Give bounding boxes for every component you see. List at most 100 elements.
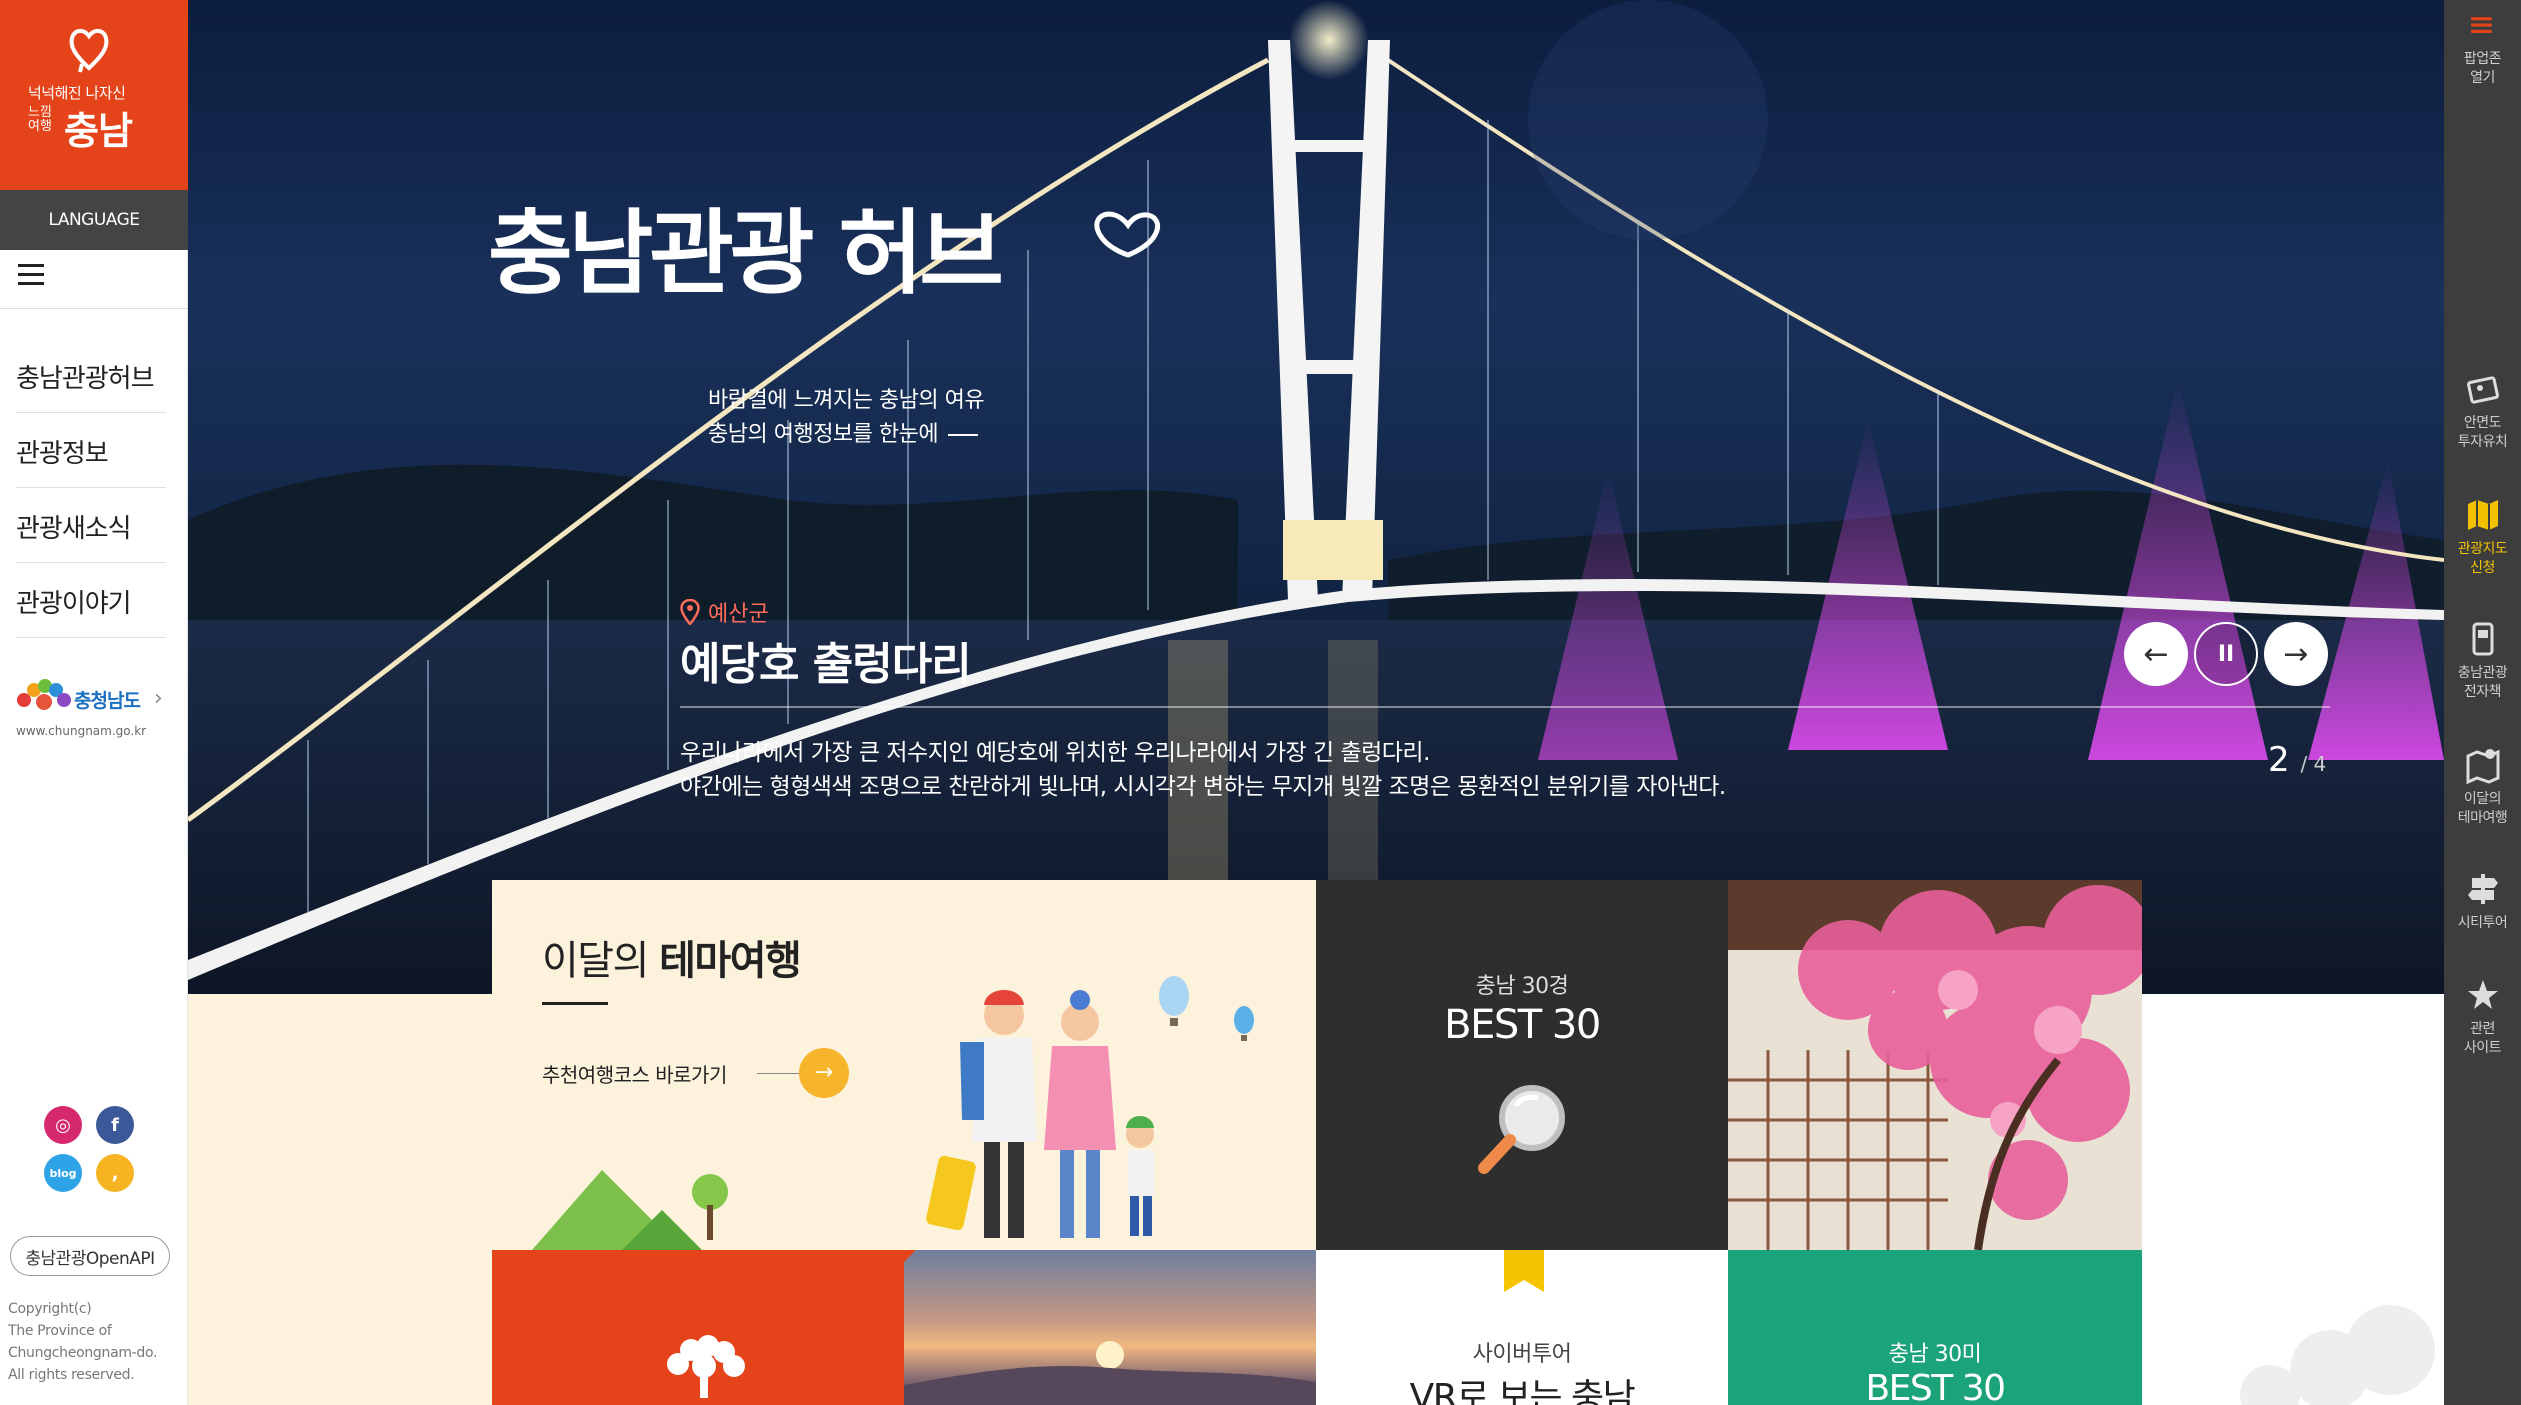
sidebar-item-tourism-info[interactable]: 관광정보 xyxy=(16,413,166,488)
facebook-icon[interactable]: f xyxy=(96,1106,134,1144)
description-line: 야간에는 형형색색 조명으로 찬란하게 빛나며, 시시각각 변하는 무지개 빛깔… xyxy=(680,774,1726,800)
quick-label: 관광지도 xyxy=(2457,541,2508,557)
sunrise-mountain-image xyxy=(904,1250,1316,1405)
hero-subtitle: 바람결에 느껴지는 충남의 여유 충남의 여행정보를 한눈에 xyxy=(708,384,985,452)
map-pin-icon xyxy=(680,599,700,625)
location-text: 예산군 xyxy=(708,602,769,627)
blog-icon[interactable]: blog xyxy=(44,1154,82,1192)
province-name: 충청남도 xyxy=(74,690,141,712)
plum-blossom-image-tile[interactable] xyxy=(1728,880,2142,1250)
slide-pager: 2 / 4 xyxy=(2268,740,2326,780)
feature-background xyxy=(188,994,492,1405)
sunrise-image-tile[interactable] xyxy=(904,1250,1316,1405)
place-title[interactable]: 예당호 출렁다리 xyxy=(680,628,972,692)
pause-slide-button[interactable]: II xyxy=(2194,622,2258,686)
map-icon xyxy=(2467,500,2498,530)
family-travel-illustration xyxy=(532,976,1254,1250)
tree-logo-icon xyxy=(667,1335,745,1398)
signpost-icon xyxy=(2467,874,2498,904)
left-sidebar: 넉넉해진 나자신 느낌 여행 충남 LANGUAGE 충남관광허브 관광정보 관… xyxy=(0,0,188,1405)
province-flower-icon xyxy=(17,679,71,710)
copyright: Copyright(c) The Province of Chungcheong… xyxy=(8,1298,184,1386)
tourism-logo-tile[interactable] xyxy=(492,1250,904,1405)
hero-title-text: 충남관광 허브 xyxy=(488,200,1001,307)
quick-label: 시티투어 xyxy=(2457,915,2508,931)
language-button[interactable]: LANGUAGE xyxy=(0,190,188,250)
hero-subtitle-line: 바람결에 느껴지는 충남의 여유 xyxy=(708,388,985,413)
vr-cyber-tour-tile[interactable]: 사이버투어 VR로 보는 충남 xyxy=(1316,1250,1728,1405)
quick-label-2: 신청 xyxy=(2470,560,2495,576)
instagram-icon[interactable]: ◎ xyxy=(44,1106,82,1144)
star-icon xyxy=(2467,980,2498,1009)
kakao-story-icon[interactable]: , xyxy=(96,1154,134,1192)
photo-icon xyxy=(2466,376,2499,404)
best30-title: BEST 30 xyxy=(1444,1002,1601,1048)
theme-travel-tile[interactable]: 이달의 테마여행 추천여행코스 바로가기 → xyxy=(492,880,1316,1250)
sidebar-item-tourism-hub[interactable]: 충남관광허브 xyxy=(16,338,166,413)
vr-subtitle: 사이버투어 xyxy=(1472,1342,1572,1367)
popup-zone-label-2: 열기 xyxy=(2470,70,2495,86)
pointer-notch-icon xyxy=(892,1310,904,1342)
hero-divider xyxy=(680,706,2330,708)
quick-item-ebook[interactable]: 충남관광 전자책 xyxy=(2444,620,2521,702)
site-logo[interactable]: 넉넉해진 나자신 느낌 여행 충남 xyxy=(0,0,188,190)
theme-map-icon xyxy=(2466,749,2499,784)
quick-item-tour-map[interactable]: 관광지도 신청 xyxy=(2444,496,2521,578)
sidebar-item-tourism-story[interactable]: 관광이야기 xyxy=(16,563,166,638)
quick-label: 안면도 xyxy=(2463,415,2502,431)
heart-logo-icon xyxy=(69,29,109,73)
quick-item-anmyeondo[interactable]: 안면도 투자유치 xyxy=(2444,370,2521,452)
quick-label-2: 테마여행 xyxy=(2457,810,2508,826)
sidebar-item-tourism-news[interactable]: 관광새소식 xyxy=(16,488,166,563)
quick-label-2: 사이트 xyxy=(2463,1040,2502,1056)
hero-subtitle-text: 충남의 여행정보를 한눈에 xyxy=(708,422,939,447)
logo-title: 충남 xyxy=(64,109,133,153)
popup-zone-toggle[interactable]: 팝업존 열기 xyxy=(2444,14,2521,88)
copyright-line: All rights reserved. xyxy=(8,1367,135,1383)
taste-subtitle: 충남 30미 xyxy=(1888,1342,1982,1367)
dash-line xyxy=(948,434,979,436)
quick-label: 충남관광 xyxy=(2457,665,2508,681)
hero-slider: 충남관광 허브 바람결에 느껴지는 충남의 여유 충남의 여행정보를 한눈에 예… xyxy=(188,0,2444,994)
quick-item-city-tour[interactable]: 시티투어 xyxy=(2444,870,2521,933)
location-label: 예산군 xyxy=(680,596,769,628)
best30-subtitle: 충남 30경 xyxy=(1475,974,1569,999)
sns-links: ◎ f blog , xyxy=(44,1106,140,1202)
prev-slide-button[interactable]: ← xyxy=(2124,622,2188,686)
arrow-right-icon: → xyxy=(2283,636,2309,672)
total-slides: / 4 xyxy=(2300,752,2327,776)
pause-icon: II xyxy=(2217,641,2235,667)
quick-menu-bar: 팝업존 열기 안면도 투자유치 관광지도 신청 충남관광 전자책 이달의 테마여… xyxy=(2444,0,2521,1405)
taste-best30-tile[interactable]: 충남 30미 BEST 30 xyxy=(1728,1250,2142,1405)
best30-scenery-tile[interactable]: 충남 30경 BEST 30 xyxy=(1316,880,1728,1250)
quick-label: 이달의 xyxy=(2463,791,2502,807)
province-logo-link[interactable]: 충청남도 › www.chungnam.go.kr xyxy=(14,676,174,746)
place-description: 우리나라에서 가장 큰 저수지인 예당호에 위치한 우리나라에서 가장 긴 출렁… xyxy=(680,736,1726,804)
logo-small-text: 느낌 여행 xyxy=(28,105,52,134)
vr-title: VR로 보는 충남 xyxy=(1409,1377,1636,1405)
quick-item-related-sites[interactable]: 관련 사이트 xyxy=(2444,976,2521,1058)
ebook-icon xyxy=(2472,622,2493,656)
popup-list-icon xyxy=(2470,17,2492,33)
sidebar-nav: 충남관광허브 관광정보 관광새소식 관광이야기 xyxy=(16,338,166,638)
copyright-line: Chungcheongnam-do. xyxy=(8,1345,158,1361)
hero-subtitle-line-2: 충남의 여행정보를 한눈에 xyxy=(708,418,984,452)
hamburger-menu-icon[interactable] xyxy=(18,264,44,286)
province-url: www.chungnam.go.kr xyxy=(16,724,147,738)
copyright-line: Copyright(c) xyxy=(8,1301,92,1317)
magnifier-icon xyxy=(1478,1085,1565,1174)
chevron-right-icon: › xyxy=(154,686,163,711)
next-slide-button[interactable]: → xyxy=(2264,622,2328,686)
openapi-button[interactable]: 충남관광OpenAPI xyxy=(10,1236,170,1276)
arrow-left-icon: ← xyxy=(2143,636,2169,672)
current-slide: 2 xyxy=(2268,740,2290,780)
quick-label-2: 전자책 xyxy=(2463,684,2502,700)
taste-title: BEST 30 xyxy=(1865,1368,2006,1405)
sidebar-divider xyxy=(0,308,188,309)
quick-label-2: 투자유치 xyxy=(2457,434,2508,450)
quick-item-theme-travel[interactable]: 이달의 테마여행 xyxy=(2444,746,2521,828)
decorative-flower-watermark xyxy=(2240,1305,2435,1405)
blossom-hanok-image xyxy=(1728,880,2142,1250)
copyright-line: The Province of xyxy=(8,1323,112,1339)
bridge-night-image xyxy=(188,0,2444,994)
